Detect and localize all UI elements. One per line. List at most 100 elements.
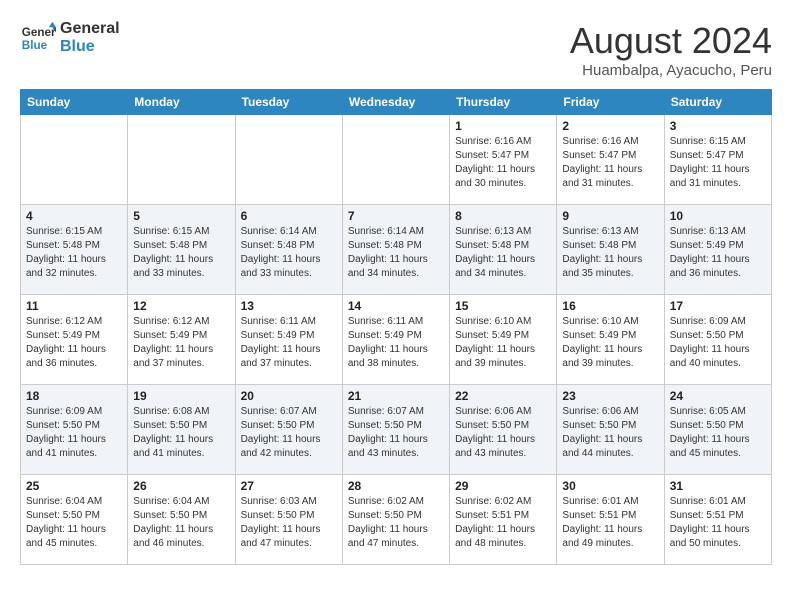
day-number: 11: [26, 299, 122, 313]
day-cell-6: 6Sunrise: 6:14 AM Sunset: 5:48 PM Daylig…: [235, 205, 342, 295]
day-info: Sunrise: 6:12 AM Sunset: 5:49 PM Dayligh…: [26, 315, 122, 371]
day-number: 23: [562, 389, 658, 403]
day-number: 25: [26, 479, 122, 493]
day-cell-18: 18Sunrise: 6:09 AM Sunset: 5:50 PM Dayli…: [21, 385, 128, 475]
day-number: 17: [670, 299, 766, 313]
weekday-header-monday: Monday: [128, 90, 235, 115]
day-cell-16: 16 Sunrise: 6:10 AM Sunset: 5:49 PM Dayli…: [557, 295, 664, 385]
empty-cell: [128, 115, 235, 205]
weekday-header-friday: Friday: [557, 90, 664, 115]
week-row-1: 1 Sunrise: 6:16 AM Sunset: 5:47 PM Daylig…: [21, 115, 772, 205]
page-header: General Blue General Blue August 2024 Hu…: [20, 20, 772, 79]
day-number: 5: [133, 209, 229, 223]
week-row-2: 4 Sunrise: 6:15 AM Sunset: 5:48 PM Daylig…: [21, 205, 772, 295]
day-number: 4: [26, 209, 122, 223]
day-cell-19: 19 Sunrise: 6:08 AM Sunset: 5:50 PM Dayli…: [128, 385, 235, 475]
day-cell-23: 23 Sunrise: 6:06 AM Sunset: 5:50 PM Dayli…: [557, 385, 664, 475]
day-number: 15: [455, 299, 551, 313]
day-cell-2: 2 Sunrise: 6:16 AM Sunset: 5:47 PM Daylig…: [557, 115, 664, 205]
day-info: Sunrise: 6:15 AM Sunset: 5:48 PM Dayligh…: [26, 225, 122, 281]
day-cell-22: 22 Sunrise: 6:06 AM Sunset: 5:50 PM Dayli…: [450, 385, 557, 475]
day-info: Sunrise: 6:11 AM Sunset: 5:49 PM Dayligh…: [348, 315, 444, 371]
logo-general: General: [60, 20, 120, 38]
day-info: Sunrise: 6:09 AM Sunset: 5:50 PM Dayligh…: [670, 315, 766, 371]
day-info: Sunrise: 6:01 AM Sunset: 5:51 PM Dayligh…: [670, 495, 766, 551]
weekday-header-sunday: Sunday: [21, 90, 128, 115]
logo-icon: General Blue: [20, 20, 56, 56]
svg-text:Blue: Blue: [22, 39, 48, 52]
day-info: Sunrise: 6:06 AM Sunset: 5:50 PM Dayligh…: [455, 405, 551, 461]
day-info: Sunrise: 6:13 AM Sunset: 5:49 PM Dayligh…: [670, 225, 766, 281]
day-number: 9: [562, 209, 658, 223]
weekday-header-tuesday: Tuesday: [235, 90, 342, 115]
day-cell-4: 4 Sunrise: 6:15 AM Sunset: 5:48 PM Daylig…: [21, 205, 128, 295]
day-cell-7: 7 Sunrise: 6:14 AM Sunset: 5:48 PM Daylig…: [342, 205, 449, 295]
day-number: 29: [455, 479, 551, 493]
day-cell-10: 10Sunrise: 6:13 AM Sunset: 5:49 PM Dayli…: [664, 205, 771, 295]
day-number: 14: [348, 299, 444, 313]
day-cell-20: 20 Sunrise: 6:07 AM Sunset: 5:50 PM Dayli…: [235, 385, 342, 475]
day-info: Sunrise: 6:12 AM Sunset: 5:49 PM Dayligh…: [133, 315, 229, 371]
day-number: 26: [133, 479, 229, 493]
day-number: 13: [241, 299, 337, 313]
weekday-header-thursday: Thursday: [450, 90, 557, 115]
day-info: Sunrise: 6:08 AM Sunset: 5:50 PM Dayligh…: [133, 405, 229, 461]
day-number: 20: [241, 389, 337, 403]
day-info: Sunrise: 6:10 AM Sunset: 5:49 PM Dayligh…: [562, 315, 658, 371]
day-info: Sunrise: 6:13 AM Sunset: 5:48 PM Dayligh…: [562, 225, 658, 281]
day-cell-29: 29 Sunrise: 6:02 AM Sunset: 5:51 PM Dayli…: [450, 475, 557, 565]
weekday-header-saturday: Saturday: [664, 90, 771, 115]
day-number: 3: [670, 119, 766, 133]
day-info: Sunrise: 6:15 AM Sunset: 5:47 PM Dayligh…: [670, 135, 766, 191]
day-info: Sunrise: 6:02 AM Sunset: 5:51 PM Dayligh…: [455, 495, 551, 551]
day-cell-27: 27 Sunrise: 6:03 AM Sunset: 5:50 PM Dayli…: [235, 475, 342, 565]
month-title: August 2024: [570, 20, 772, 62]
day-cell-3: 3 Sunrise: 6:15 AM Sunset: 5:47 PM Daylig…: [664, 115, 771, 205]
day-info: Sunrise: 6:01 AM Sunset: 5:51 PM Dayligh…: [562, 495, 658, 551]
day-info: Sunrise: 6:04 AM Sunset: 5:50 PM Dayligh…: [133, 495, 229, 551]
day-cell-24: 24Sunrise: 6:05 AM Sunset: 5:50 PM Dayli…: [664, 385, 771, 475]
day-number: 8: [455, 209, 551, 223]
day-cell-5: 5 Sunrise: 6:15 AM Sunset: 5:48 PM Daylig…: [128, 205, 235, 295]
calendar-table: SundayMondayTuesdayWednesdayThursdayFrid…: [20, 89, 772, 565]
day-number: 7: [348, 209, 444, 223]
week-row-3: 11 Sunrise: 6:12 AM Sunset: 5:49 PM Dayli…: [21, 295, 772, 385]
day-cell-14: 14 Sunrise: 6:11 AM Sunset: 5:49 PM Dayli…: [342, 295, 449, 385]
day-number: 16: [562, 299, 658, 313]
day-number: 27: [241, 479, 337, 493]
day-cell-12: 12Sunrise: 6:12 AM Sunset: 5:49 PM Dayli…: [128, 295, 235, 385]
day-cell-9: 9 Sunrise: 6:13 AM Sunset: 5:48 PM Daylig…: [557, 205, 664, 295]
day-info: Sunrise: 6:03 AM Sunset: 5:50 PM Dayligh…: [241, 495, 337, 551]
svg-text:General: General: [22, 26, 56, 39]
day-info: Sunrise: 6:14 AM Sunset: 5:48 PM Dayligh…: [241, 225, 337, 281]
day-number: 2: [562, 119, 658, 133]
day-info: Sunrise: 6:07 AM Sunset: 5:50 PM Dayligh…: [241, 405, 337, 461]
weekday-header-row: SundayMondayTuesdayWednesdayThursdayFrid…: [21, 90, 772, 115]
week-row-5: 25 Sunrise: 6:04 AM Sunset: 5:50 PM Dayli…: [21, 475, 772, 565]
logo-blue: Blue: [60, 38, 120, 56]
day-cell-1: 1 Sunrise: 6:16 AM Sunset: 5:47 PM Daylig…: [450, 115, 557, 205]
day-info: Sunrise: 6:16 AM Sunset: 5:47 PM Dayligh…: [455, 135, 551, 191]
location-title: Huambalpa, Ayacucho, Peru: [570, 62, 772, 79]
day-number: 21: [348, 389, 444, 403]
empty-cell: [21, 115, 128, 205]
day-number: 19: [133, 389, 229, 403]
empty-cell: [342, 115, 449, 205]
day-info: Sunrise: 6:15 AM Sunset: 5:48 PM Dayligh…: [133, 225, 229, 281]
day-info: Sunrise: 6:06 AM Sunset: 5:50 PM Dayligh…: [562, 405, 658, 461]
day-cell-8: 8Sunrise: 6:13 AM Sunset: 5:48 PM Daylig…: [450, 205, 557, 295]
day-cell-21: 21Sunrise: 6:07 AM Sunset: 5:50 PM Dayli…: [342, 385, 449, 475]
day-cell-28: 28Sunrise: 6:02 AM Sunset: 5:50 PM Dayli…: [342, 475, 449, 565]
day-cell-11: 11 Sunrise: 6:12 AM Sunset: 5:49 PM Dayli…: [21, 295, 128, 385]
day-info: Sunrise: 6:10 AM Sunset: 5:49 PM Dayligh…: [455, 315, 551, 371]
day-cell-17: 17 Sunrise: 6:09 AM Sunset: 5:50 PM Dayli…: [664, 295, 771, 385]
day-info: Sunrise: 6:16 AM Sunset: 5:47 PM Dayligh…: [562, 135, 658, 191]
day-number: 31: [670, 479, 766, 493]
logo: General Blue General Blue: [20, 20, 120, 56]
day-info: Sunrise: 6:04 AM Sunset: 5:50 PM Dayligh…: [26, 495, 122, 551]
day-info: Sunrise: 6:14 AM Sunset: 5:48 PM Dayligh…: [348, 225, 444, 281]
day-number: 1: [455, 119, 551, 133]
day-info: Sunrise: 6:02 AM Sunset: 5:50 PM Dayligh…: [348, 495, 444, 551]
day-info: Sunrise: 6:05 AM Sunset: 5:50 PM Dayligh…: [670, 405, 766, 461]
day-number: 22: [455, 389, 551, 403]
